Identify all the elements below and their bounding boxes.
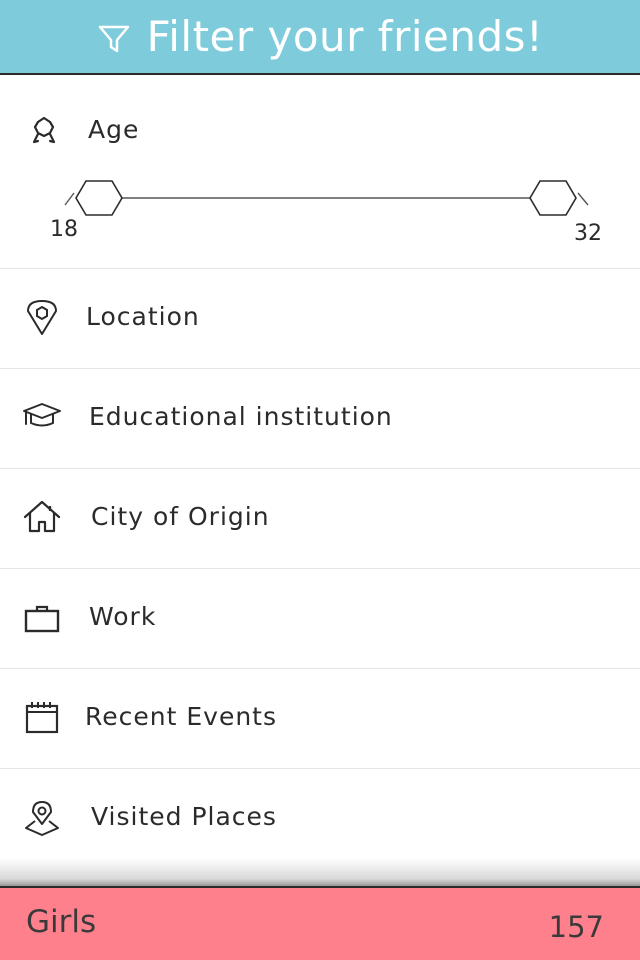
filter-item-recent-events[interactable]: Recent Events	[0, 669, 640, 769]
briefcase-icon	[22, 597, 62, 637]
age-min-handle[interactable]	[75, 180, 123, 216]
gender-label: Girls	[26, 904, 97, 940]
home-icon	[22, 497, 62, 537]
list-bottom-shadow	[0, 858, 640, 888]
age-filter-section: Age 18 32	[0, 77, 640, 269]
filter-item-city-of-origin[interactable]: City of Origin	[0, 469, 640, 569]
filter-item-work[interactable]: Work	[0, 569, 640, 669]
gender-count-bar[interactable]: Girls 157	[0, 886, 640, 960]
calendar-icon	[22, 697, 62, 737]
result-count: 157	[548, 910, 604, 944]
award-ribbon-icon	[32, 116, 56, 144]
filter-label-location: Location	[86, 302, 200, 331]
filter-item-educational-institution[interactable]: Educational institution	[0, 369, 640, 469]
filter-label-recent-events: Recent Events	[85, 702, 277, 731]
map-marker-visited-icon	[22, 797, 62, 837]
age-label: Age	[88, 115, 140, 144]
filter-label-city-of-origin: City of Origin	[91, 502, 270, 531]
filter-label-work: Work	[89, 602, 157, 631]
filter-item-visited-places[interactable]: Visited Places	[0, 769, 640, 869]
filter-list: Location Educational institution City of…	[0, 269, 640, 869]
map-pin-icon	[22, 297, 62, 337]
funnel-icon	[98, 25, 129, 52]
filter-item-location[interactable]: Location	[0, 269, 640, 369]
page-title: Filter your friends!	[146, 12, 544, 61]
age-range-slider[interactable]	[60, 177, 595, 221]
age-max-handle[interactable]	[529, 180, 577, 216]
age-max-value: 32	[574, 221, 602, 246]
graduation-cap-icon	[22, 397, 62, 437]
filter-label-educational-institution: Educational institution	[89, 402, 393, 431]
age-min-value: 18	[50, 217, 78, 242]
app-header: Filter your friends!	[0, 0, 640, 75]
filter-label-visited-places: Visited Places	[91, 802, 277, 831]
